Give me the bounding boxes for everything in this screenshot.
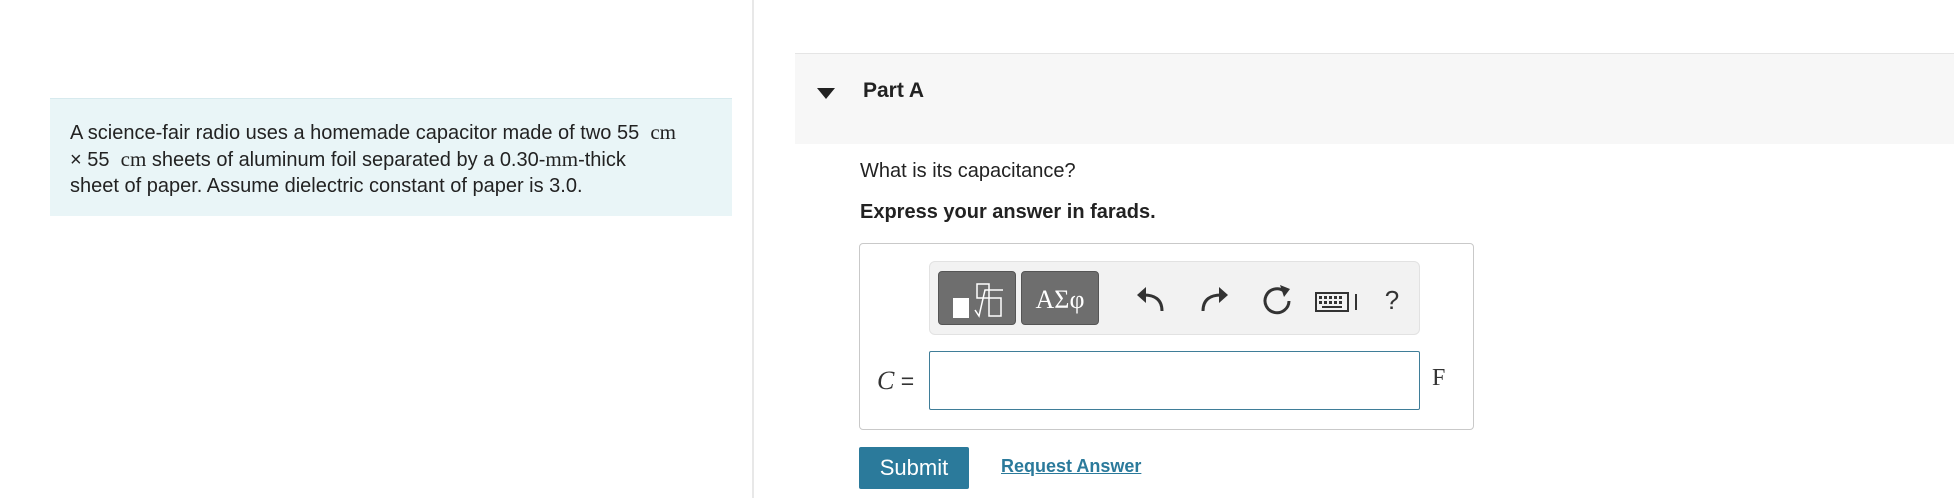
- symbols-label: ΑΣφ: [1035, 285, 1085, 314]
- symbols-button[interactable]: ΑΣφ: [1021, 271, 1099, 325]
- help-icon[interactable]: ?: [1372, 280, 1412, 320]
- times-symbol: ×: [70, 149, 82, 171]
- problem-text-1: A science-fair radio uses a homemade cap…: [70, 122, 640, 144]
- answer-variable: C: [877, 366, 895, 395]
- request-answer-link[interactable]: Request Answer: [1001, 456, 1141, 477]
- number-55: 55: [87, 149, 110, 171]
- unit-cm: cm: [120, 147, 147, 171]
- reset-icon[interactable]: [1257, 280, 1297, 320]
- keyboard-icon[interactable]: [1313, 280, 1363, 320]
- collapse-caret-icon[interactable]: [817, 88, 835, 99]
- problem-line-2: × 55 cm sheets of aluminum foil separate…: [70, 146, 712, 173]
- math-toolbar: ΑΣφ ?: [929, 261, 1420, 335]
- answer-unit: F: [1432, 365, 1446, 391]
- problem-pane: A science-fair radio uses a homemade cap…: [0, 0, 752, 498]
- templates-icon: [953, 283, 1003, 318]
- templates-button[interactable]: [938, 271, 1016, 325]
- question-text: What is its capacitance?: [860, 160, 1076, 182]
- part-a-header[interactable]: Part A: [795, 53, 1954, 144]
- pane-divider: [752, 0, 754, 498]
- problem-text-3: -thick: [578, 149, 626, 171]
- unit-cm: cm: [650, 120, 676, 144]
- undo-icon[interactable]: [1131, 280, 1171, 320]
- equals-sign: =: [900, 368, 915, 394]
- part-title: Part A: [863, 79, 925, 102]
- answer-input[interactable]: [929, 351, 1420, 410]
- redo-icon[interactable]: [1194, 280, 1234, 320]
- unit-mm: mm: [545, 147, 579, 171]
- answer-instruction: Express your answer in farads.: [860, 201, 1156, 223]
- answer-box: ΑΣφ ? C = F: [859, 243, 1474, 430]
- problem-text-2: sheets of aluminum foil separated by a 0…: [151, 149, 546, 171]
- submit-button[interactable]: Submit: [859, 447, 969, 489]
- problem-line-1: A science-fair radio uses a homemade cap…: [70, 119, 712, 146]
- answer-variable-label: C =: [877, 366, 914, 396]
- problem-line-3: sheet of paper. Assume dielectric consta…: [70, 175, 583, 197]
- problem-statement: A science-fair radio uses a homemade cap…: [50, 98, 732, 216]
